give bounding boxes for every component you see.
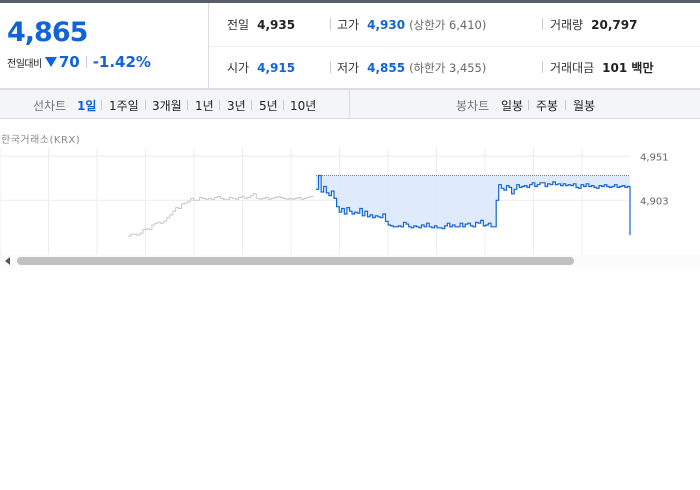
chart-scrollbar[interactable]: [0, 255, 700, 267]
divider: [542, 18, 543, 30]
period-3month[interactable]: 3개월: [152, 97, 182, 114]
price-block: 4,865 전일대비 70 -1.42%: [0, 3, 209, 89]
current-price: 4,865: [7, 17, 88, 48]
stat-value: 4,935: [257, 18, 296, 32]
divider: [101, 100, 102, 110]
stat-label: 거래대금: [550, 61, 595, 75]
divider: [145, 100, 146, 110]
scroll-left-icon[interactable]: [5, 257, 10, 265]
stat-trade-amount: 거래대금 101 백만: [550, 59, 653, 76]
period-1week[interactable]: 1주일: [109, 97, 139, 114]
change-percent: -1.42%: [92, 53, 151, 71]
stat-value: 4,915: [257, 61, 296, 75]
period-1year[interactable]: 1년: [195, 97, 214, 114]
stat-value: 4,930: [367, 18, 406, 32]
lower-limit: (하한가 3,455): [409, 61, 487, 75]
period-5year[interactable]: 5년: [259, 97, 278, 114]
stat-value: 101 백만: [602, 61, 654, 75]
stat-label: 거래량: [550, 18, 584, 32]
stats-grid: 전일 4,935 고가 4,930 (상한가 6,410) 거래량 20,797…: [209, 3, 700, 89]
divider: [187, 100, 188, 110]
chart-period-bar: 선차트 1일 1주일 3개월 1년 3년 5년 10년 봉차트 일봉 주봉 월봉: [0, 89, 700, 119]
divider: [219, 100, 220, 110]
quote-summary: 4,865 전일대비 70 -1.42% 전일 4,935 고가 4,930 (…: [0, 3, 700, 89]
stat-value: 20,797: [591, 18, 638, 32]
period-3year[interactable]: 3년: [227, 97, 246, 114]
stat-label: 시가: [227, 61, 250, 75]
down-triangle-icon: [44, 57, 57, 67]
divider: [330, 18, 331, 30]
scroll-thumb[interactable]: [17, 257, 574, 265]
divider: [283, 100, 284, 110]
period-10year[interactable]: 10년: [290, 97, 316, 114]
divider: [209, 46, 700, 47]
change-label: 전일대비: [7, 58, 42, 70]
line-chart-periods: 선차트 1일 1주일 3개월 1년 3년 5년 10년: [0, 90, 350, 119]
y-tick-label: 4,951: [640, 152, 669, 163]
candle-monthly[interactable]: 월봉: [573, 97, 595, 114]
stat-prev-close: 전일 4,935: [227, 16, 295, 33]
intraday-chart[interactable]: 4,951 4,903: [0, 148, 700, 258]
stat-open: 시가 4,915: [227, 59, 295, 76]
divider: [542, 61, 543, 73]
y-tick-label: 4,903: [640, 196, 669, 207]
period-1day[interactable]: 1일: [77, 97, 96, 114]
data-source: 한국거래소(KRX): [1, 135, 81, 146]
candle-weekly[interactable]: 주봉: [536, 97, 558, 114]
divider: [565, 100, 566, 110]
stat-label: 전일: [227, 18, 250, 32]
divider: [85, 56, 87, 68]
divider: [528, 100, 529, 110]
change-row: 전일대비 70 -1.42%: [7, 53, 151, 71]
stat-value: 4,855: [367, 61, 406, 75]
divider: [251, 100, 252, 110]
stat-high: 고가 4,930 (상한가 6,410): [337, 16, 486, 33]
stat-volume: 거래량 20,797: [550, 16, 637, 33]
stat-label: 고가: [337, 18, 360, 32]
line-chart-label: 선차트: [33, 99, 67, 113]
stat-label: 저가: [337, 61, 360, 75]
stat-low: 저가 4,855 (하한가 3,455): [337, 59, 486, 76]
change-amount: 70: [58, 53, 80, 71]
divider: [330, 61, 331, 73]
candle-chart-label: 봉차트: [456, 99, 490, 113]
upper-limit: (상한가 6,410): [409, 18, 487, 32]
candle-daily[interactable]: 일봉: [501, 97, 523, 114]
